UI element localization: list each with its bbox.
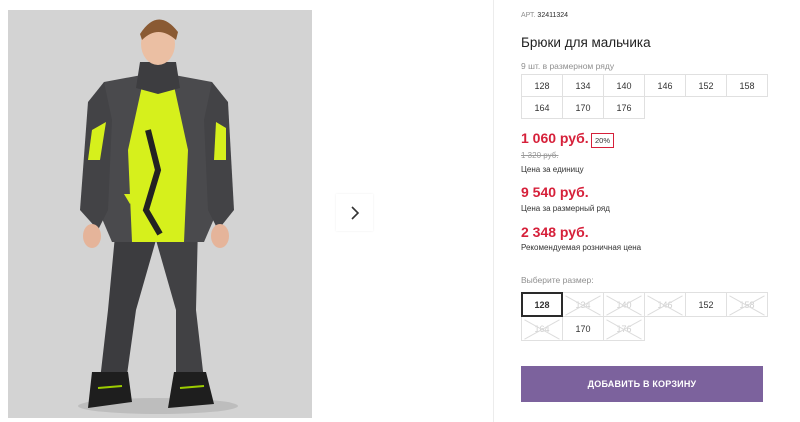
product-gallery — [0, 0, 493, 422]
size-option-170[interactable]: 170 — [562, 316, 604, 341]
size-option-128[interactable]: 128 — [521, 292, 563, 317]
pack-size-cell: 176 — [603, 96, 645, 119]
size-picker: 128 134 140 146 152 158 164 170 176 — [521, 292, 768, 341]
add-to-cart-button[interactable]: ДОБАВИТЬ В КОРЗИНУ — [521, 366, 763, 402]
chevron-right-icon — [350, 205, 359, 220]
retail-price: 2 348 руб. — [521, 224, 589, 240]
row-price-label: Цена за размерный ряд — [521, 204, 610, 213]
pack-size-cell: 146 — [644, 74, 686, 97]
pack-size-grid: 128 134 140 146 152 158 164 170 176 — [521, 74, 768, 119]
pack-size-cell: 170 — [562, 96, 604, 119]
pack-size-cell: 140 — [603, 74, 645, 97]
pack-size-cell: 128 — [521, 74, 563, 97]
retail-price-label: Рекомендуемая розничная цена — [521, 243, 642, 252]
discount-badge: 20% — [591, 133, 615, 148]
row-price: 9 540 руб. — [521, 184, 589, 200]
pack-info: 9 шт. в размерном ряду — [521, 61, 615, 71]
pack-size-cell: 134 — [562, 74, 604, 97]
panel-divider — [493, 0, 494, 422]
pack-size-cell: 152 — [685, 74, 727, 97]
size-option-158: 158 — [726, 292, 768, 317]
old-price: 1 320 руб. — [521, 151, 559, 160]
next-image-button[interactable] — [336, 194, 373, 231]
size-option-134: 134 — [562, 292, 604, 317]
unit-price-label: Цена за единицу — [521, 165, 584, 174]
pack-size-cell: 158 — [726, 74, 768, 97]
unit-price: 1 060 руб. — [521, 130, 589, 146]
product-title: Брюки для мальчика — [521, 35, 651, 50]
size-picker-label: Выберите размер: — [521, 275, 594, 285]
pack-size-cell: 164 — [521, 96, 563, 119]
size-option-176: 176 — [603, 316, 645, 341]
size-option-140: 140 — [603, 292, 645, 317]
sku: АРТ. 32411324 — [521, 12, 569, 19]
size-option-146: 146 — [644, 292, 686, 317]
product-photo — [8, 10, 312, 418]
model-illustration — [8, 10, 312, 418]
size-option-164: 164 — [521, 316, 563, 341]
size-option-152[interactable]: 152 — [685, 292, 727, 317]
